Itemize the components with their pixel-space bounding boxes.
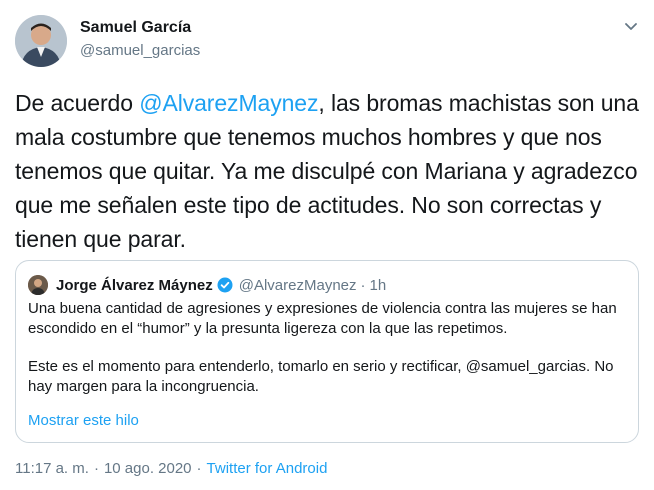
chevron-down-icon[interactable] xyxy=(622,18,640,36)
tweet-date[interactable]: 10 ago. 2020 xyxy=(104,460,192,477)
meta-separator: · xyxy=(93,460,99,477)
quoted-paragraph-2: Este es el momento para entenderlo, toma… xyxy=(28,358,614,395)
show-thread-link[interactable]: Mostrar este hilo xyxy=(28,412,139,429)
quoted-author-name: Jorge Álvarez Máynez xyxy=(56,276,213,294)
tweet-metadata: 11:17 a. m. · 10 ago. 2020 · Twitter for And… xyxy=(15,460,327,477)
tweet-text: De acuerdo @AlvarezMaynez, las bromas ma… xyxy=(15,86,640,256)
meta-separator: · xyxy=(196,460,202,477)
quoted-tweet[interactable]: Jorge Álvarez Máynez @AlvarezMaynez · 1h… xyxy=(15,260,639,443)
tweet-text-start: De acuerdo xyxy=(15,90,140,116)
mention-link[interactable]: @AlvarezMaynez xyxy=(139,90,318,116)
quoted-author-handle: @AlvarezMaynez xyxy=(238,276,357,294)
tweet-source-link[interactable]: Twitter for Android xyxy=(207,460,328,477)
author-info: Samuel García @samuel_garcias xyxy=(80,18,200,61)
quoted-tweet-text: Una buena cantidad de agresiones y expre… xyxy=(28,299,628,397)
author-handle[interactable]: @samuel_garcias xyxy=(80,41,200,61)
tweet-card: Samuel García @samuel_garcias De acuerdo… xyxy=(0,0,654,490)
quoted-paragraph-1: Una buena cantidad de agresiones y expre… xyxy=(28,300,617,337)
author-avatar[interactable] xyxy=(15,15,67,67)
quoted-tweet-header: Jorge Álvarez Máynez @AlvarezMaynez · 1h xyxy=(28,275,386,295)
quoted-separator: · xyxy=(360,276,366,294)
tweet-time[interactable]: 11:17 a. m. xyxy=(15,460,89,477)
author-name[interactable]: Samuel García xyxy=(80,18,200,38)
quoted-author-avatar xyxy=(28,275,48,295)
quoted-timestamp: 1h xyxy=(369,276,387,294)
verified-badge-icon xyxy=(217,277,233,293)
